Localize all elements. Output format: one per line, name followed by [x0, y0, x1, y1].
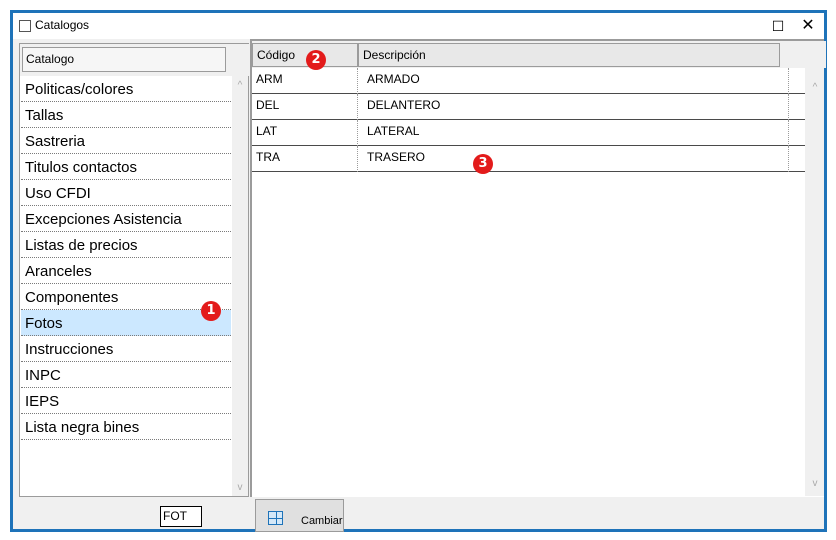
catalog-item[interactable]: Lista negra bines	[21, 414, 231, 440]
table-row[interactable]: LAT LATERAL	[252, 120, 805, 146]
cell-descripcion[interactable]: DELANTERO	[359, 94, 789, 120]
catalog-list-panel: Catalogo Politicas/colores Tallas Sastre…	[19, 43, 250, 497]
table-row[interactable]: TRA TRASERO	[252, 146, 805, 172]
catalog-item[interactable]: IEPS	[21, 388, 231, 414]
catalog-column-header[interactable]: Catalogo	[22, 47, 226, 72]
catalog-item-selected[interactable]: Fotos	[21, 310, 231, 336]
table-row[interactable]: ARM ARMADO	[252, 68, 805, 94]
scroll-up-icon[interactable]: ^	[807, 80, 823, 96]
catalog-code-field[interactable]: FOT	[160, 506, 202, 527]
cell-descripcion[interactable]: TRASERO	[359, 146, 789, 172]
catalog-item[interactable]: Componentes	[21, 284, 231, 310]
catalog-item[interactable]: Titulos contactos	[21, 154, 231, 180]
title-bar: Catalogos ☐ ✕	[13, 13, 824, 39]
scroll-up-icon[interactable]: ^	[232, 78, 248, 94]
scroll-down-icon[interactable]: v	[807, 476, 823, 492]
catalog-item[interactable]: Sastreria	[21, 128, 231, 154]
cell-codigo[interactable]: ARM	[252, 68, 358, 94]
catalog-item[interactable]: Aranceles	[21, 258, 231, 284]
catalog-list: Politicas/colores Tallas Sastreria Titul…	[21, 76, 231, 440]
cambiar-label: Cambiar	[301, 515, 343, 527]
cell-codigo[interactable]: DEL	[252, 94, 358, 120]
grid-scrollbar[interactable]: ^ v	[805, 68, 824, 496]
catalogos-window: Catalogos ☐ ✕ Catalogo Politicas/colores…	[10, 10, 827, 532]
catalog-item[interactable]: Politicas/colores	[21, 76, 231, 102]
catalog-item[interactable]: Listas de precios	[21, 232, 231, 258]
close-icon[interactable]: ✕	[793, 15, 823, 37]
column-header-descripcion[interactable]: Descripción	[358, 43, 780, 67]
cell-descripcion[interactable]: ARMADO	[359, 68, 789, 94]
grid-edit-icon	[268, 511, 283, 525]
annotation-badge-2: 2	[306, 50, 326, 70]
scroll-down-icon[interactable]: v	[232, 480, 248, 496]
column-header-codigo[interactable]: Código	[252, 43, 358, 67]
annotation-badge-3: 3	[473, 154, 493, 174]
catalog-item[interactable]: Excepciones Asistencia	[21, 206, 231, 232]
window-title: Catalogos	[35, 18, 90, 32]
cell-codigo[interactable]: TRA	[252, 146, 358, 172]
cell-codigo[interactable]: LAT	[252, 120, 358, 146]
annotation-badge-1: 1	[201, 301, 221, 321]
catalog-item[interactable]: Tallas	[21, 102, 231, 128]
catalog-item[interactable]: INPC	[21, 362, 231, 388]
catalog-item[interactable]: Instrucciones	[21, 336, 231, 362]
cambiar-button[interactable]: Cambiar	[255, 499, 344, 532]
cell-descripcion[interactable]: LATERAL	[359, 120, 789, 146]
catalog-item[interactable]: Uso CFDI	[21, 180, 231, 206]
maximize-icon[interactable]: ☐	[763, 15, 793, 37]
detail-grid-panel: Código Descripción ARM ARMADO DEL DELANT…	[250, 39, 826, 497]
window-icon	[19, 20, 31, 32]
table-row[interactable]: DEL DELANTERO	[252, 94, 805, 120]
catalog-scrollbar[interactable]: ^ v	[232, 76, 248, 496]
